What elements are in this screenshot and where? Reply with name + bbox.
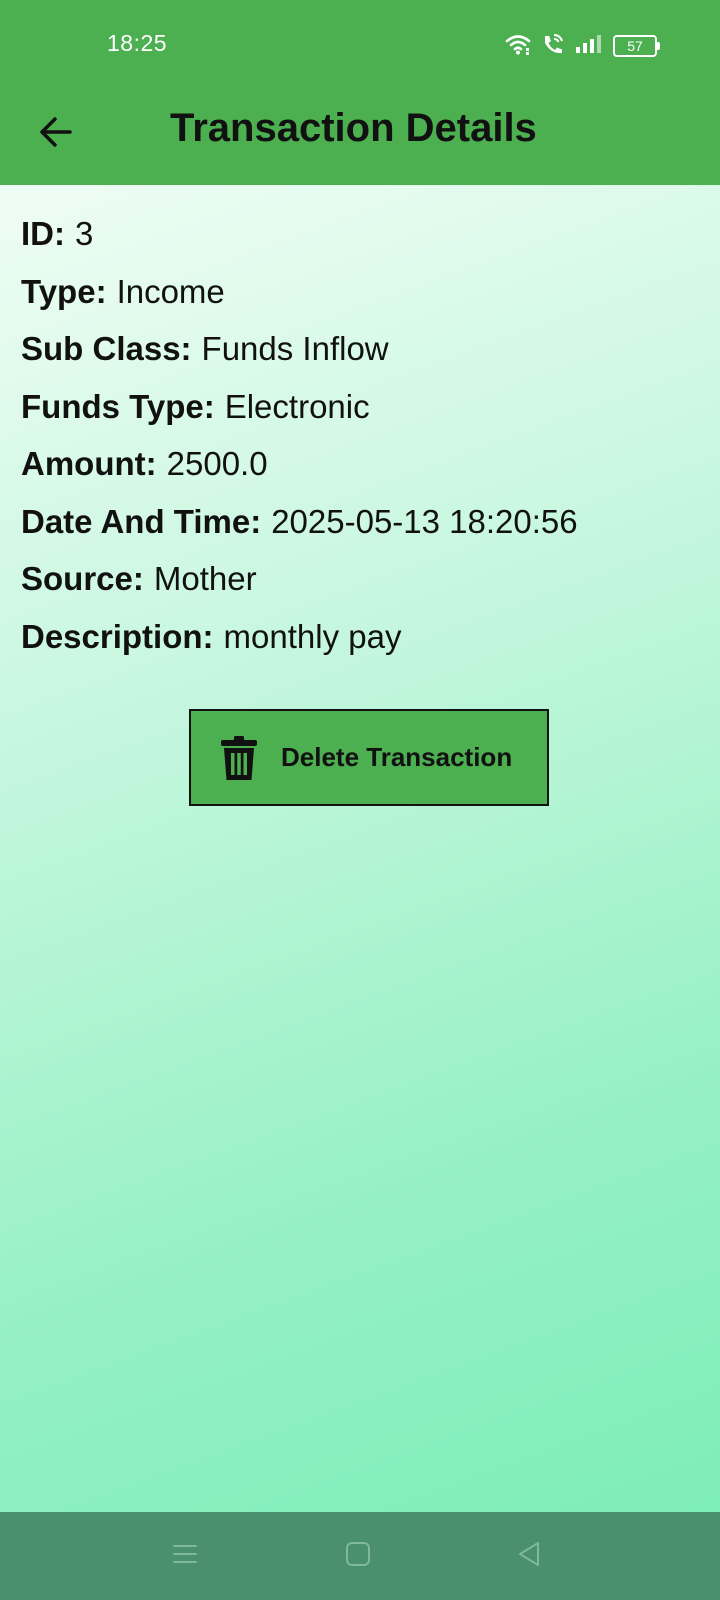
detail-row-type: Type: Income bbox=[21, 273, 578, 331]
arrow-back-icon bbox=[38, 114, 74, 155]
detail-row-source: Source: Mother bbox=[21, 560, 578, 618]
delete-button-label: Delete Transaction bbox=[281, 742, 513, 772]
detail-row-sub-class: Sub Class: Funds Inflow bbox=[21, 330, 578, 388]
wifi-icon bbox=[505, 33, 531, 60]
status-time: 18:25 bbox=[107, 30, 168, 56]
wifi-calling-icon bbox=[541, 33, 565, 60]
detail-label: Sub Class: bbox=[21, 330, 192, 367]
transaction-details-content: ID: 3 Type: Income Sub Class: Funds Infl… bbox=[0, 185, 720, 1512]
status-icons: 57 bbox=[505, 33, 660, 60]
detail-value: Electronic bbox=[224, 387, 370, 425]
detail-label: Type: bbox=[21, 272, 107, 310]
detail-value: Funds Inflow bbox=[201, 330, 389, 367]
detail-value: Mother bbox=[153, 560, 257, 597]
signal-icon bbox=[575, 34, 603, 59]
recent-apps-icon bbox=[171, 1540, 199, 1573]
detail-label: Funds Type: bbox=[21, 387, 215, 425]
recent-apps-button[interactable] bbox=[161, 1532, 209, 1580]
app-bar: Transaction Details bbox=[0, 92, 720, 185]
detail-label: Description: bbox=[21, 617, 214, 655]
trash-icon bbox=[219, 734, 259, 782]
detail-value: 2025-05-13 18:20:56 bbox=[271, 502, 578, 540]
detail-row-funds-type: Funds Type: Electronic bbox=[21, 388, 578, 446]
system-back-button[interactable] bbox=[506, 1532, 554, 1580]
detail-row-description: Description: monthly pay bbox=[21, 618, 578, 676]
page-title: Transaction Details bbox=[170, 106, 537, 150]
detail-value: monthly pay bbox=[223, 617, 402, 655]
status-bar: 18:25 57 bbox=[0, 0, 720, 92]
system-nav-bar bbox=[0, 1512, 720, 1600]
detail-label: ID: bbox=[21, 215, 65, 252]
detail-row-date-time: Date And Time: 2025-05-13 18:20:56 bbox=[21, 503, 578, 561]
back-button[interactable] bbox=[32, 110, 80, 158]
details-list: ID: 3 Type: Income Sub Class: Funds Infl… bbox=[21, 215, 578, 675]
detail-value: 3 bbox=[75, 215, 94, 252]
delete-transaction-button[interactable]: Delete Transaction bbox=[189, 709, 549, 806]
detail-row-id: ID: 3 bbox=[21, 215, 578, 273]
detail-value: 2500.0 bbox=[166, 445, 268, 482]
home-icon bbox=[344, 1540, 372, 1573]
detail-row-amount: Amount: 2500.0 bbox=[21, 445, 578, 503]
detail-label: Date And Time: bbox=[21, 502, 262, 540]
battery-icon: 57 bbox=[613, 35, 660, 57]
detail-value: Income bbox=[116, 272, 225, 310]
home-button[interactable] bbox=[334, 1532, 382, 1580]
detail-label: Source: bbox=[21, 560, 144, 597]
back-triangle-icon bbox=[516, 1540, 544, 1573]
detail-label: Amount: bbox=[21, 445, 157, 482]
